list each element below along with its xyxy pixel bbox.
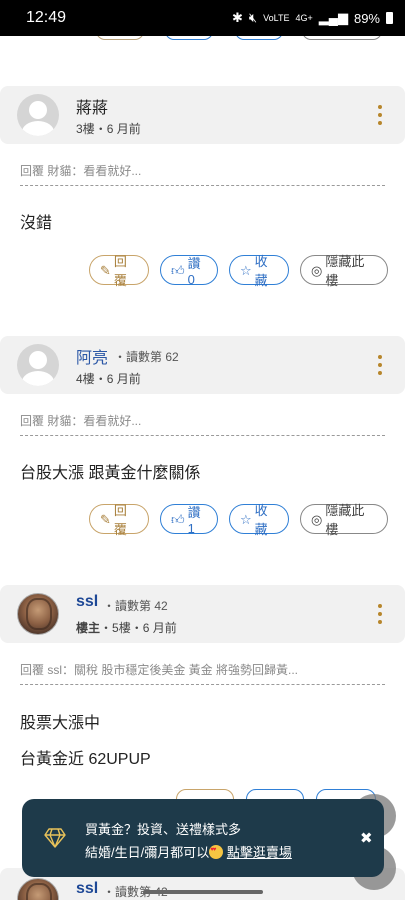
- toast-line-2: 結婚/生日/彌月都可以 點擊逛賣場: [85, 842, 292, 861]
- close-icon[interactable]: ✖: [360, 829, 373, 847]
- partial-button[interactable]: [302, 36, 382, 40]
- like-button[interactable]: 👍︎ 讚 0: [160, 255, 218, 287]
- pencil-icon: ✎: [100, 262, 111, 278]
- diamond-icon: [44, 828, 66, 848]
- reply-quote: 回覆 財貓：看看就好...: [20, 412, 385, 436]
- op-label: 樓主: [76, 621, 101, 635]
- partial-button[interactable]: [165, 36, 213, 40]
- favorite-button[interactable]: ☆ 收藏: [229, 503, 289, 537]
- volte-icon: VoLTE: [263, 12, 290, 23]
- battery-percent: 89%: [353, 10, 380, 26]
- post-header: 蔣蔣 3樓・6 月前: [0, 86, 405, 144]
- more-options-icon[interactable]: [377, 355, 383, 375]
- reply-button[interactable]: ✎ 回覆: [89, 254, 149, 288]
- avatar[interactable]: [17, 94, 59, 136]
- post-time: 6 月前: [142, 621, 177, 635]
- post-content: 台股大漲 跟黃金什麼關係: [20, 465, 201, 482]
- more-options-icon[interactable]: [377, 105, 383, 125]
- previous-actions-strip: [0, 36, 405, 40]
- post-header: ssl ・讀數第 42 樓主・5樓・6 月前: [0, 585, 405, 643]
- author-name[interactable]: 阿亮: [76, 344, 108, 368]
- star-icon: ☆: [240, 262, 252, 278]
- avatar[interactable]: [17, 593, 59, 635]
- post-meta: 樓主・5樓・6 月前: [76, 621, 177, 635]
- pencil-icon: ✎: [100, 511, 111, 527]
- like-button[interactable]: 👍︎ 讚 1: [160, 504, 218, 536]
- author-name[interactable]: ssl: [76, 593, 98, 611]
- hide-floor-button[interactable]: ◎ 隱藏此樓: [300, 254, 388, 288]
- mute-icon: 🔇︎: [248, 10, 258, 25]
- author-name[interactable]: ssl: [76, 880, 98, 898]
- post-time: 6 月前: [106, 372, 141, 386]
- toast-line-1: 買黃金？投資、送禮樣式多: [85, 822, 242, 837]
- floor-number: 3樓: [76, 122, 95, 136]
- favorite-button[interactable]: ☆ 收藏: [229, 254, 289, 288]
- post-actions: ✎ 回覆 👍︎ 讚 0 ☆ 收藏 ◎ 隱藏此樓: [89, 254, 388, 288]
- more-options-icon[interactable]: [377, 604, 383, 624]
- reader-rank-badge: ・讀數第 42: [103, 599, 168, 613]
- signal-icon: ▂▄▆: [318, 10, 348, 25]
- eye-slash-icon: ◎: [311, 511, 323, 527]
- reply-button[interactable]: ✎ 回覆: [89, 503, 149, 537]
- promo-toast[interactable]: 買黃金？投資、送禮樣式多 結婚/生日/彌月都可以 點擊逛賣場 ✖: [22, 799, 384, 877]
- hide-floor-button[interactable]: ◎ 隱藏此樓: [300, 503, 388, 537]
- post-meta: 4樓・6 月前: [76, 372, 141, 386]
- star-icon: ☆: [240, 511, 252, 527]
- eye-slash-icon: ◎: [311, 262, 323, 278]
- post-actions: ✎ 回覆 👍︎ 讚 1 ☆ 收藏 ◎ 隱藏此樓: [89, 503, 388, 537]
- post-header: 阿亮 ・讀數第 62 4樓・6 月前: [0, 336, 405, 394]
- post-content: 股票大漲中: [20, 715, 101, 732]
- reply-quote: 回覆 ssl：關稅 股市穩定後美金 黃金 將強勢回歸黃...: [20, 661, 385, 685]
- floor-number: 5樓: [112, 621, 131, 635]
- post-time: 6 月前: [106, 122, 141, 136]
- post-content: 台黃金近 62UPUP: [20, 751, 151, 768]
- shop-link[interactable]: 點擊逛賣場: [227, 845, 292, 860]
- floor-number: 4樓: [76, 372, 95, 386]
- avatar[interactable]: [17, 344, 59, 386]
- reader-rank-badge: ・讀數第 62: [114, 350, 179, 364]
- author-name[interactable]: 蔣蔣: [76, 94, 108, 118]
- heart-eyes-emoji-icon: [209, 845, 224, 859]
- partial-button[interactable]: [235, 36, 283, 40]
- post-content: 沒錯: [20, 215, 53, 232]
- avatar[interactable]: [17, 878, 59, 900]
- bluetooth-icon: ✱: [232, 10, 243, 25]
- partial-button[interactable]: [96, 36, 144, 40]
- reply-quote: 回覆 財貓：看看就好...: [20, 162, 385, 186]
- thumbs-up-icon: 👍︎: [171, 511, 185, 527]
- home-indicator: [143, 890, 263, 894]
- thumbs-up-icon: 👍︎: [171, 262, 185, 278]
- status-bar: 12:49 ✱ 🔇︎ VoLTE 4G+ ▂▄▆ 89%: [0, 0, 405, 36]
- status-time: 12:49: [26, 9, 67, 26]
- battery-icon: [386, 12, 393, 24]
- network-type: 4G+: [295, 12, 313, 23]
- status-icons: ✱ 🔇︎ VoLTE 4G+ ▂▄▆ 89%: [232, 10, 393, 26]
- post-meta: 3樓・6 月前: [76, 122, 141, 136]
